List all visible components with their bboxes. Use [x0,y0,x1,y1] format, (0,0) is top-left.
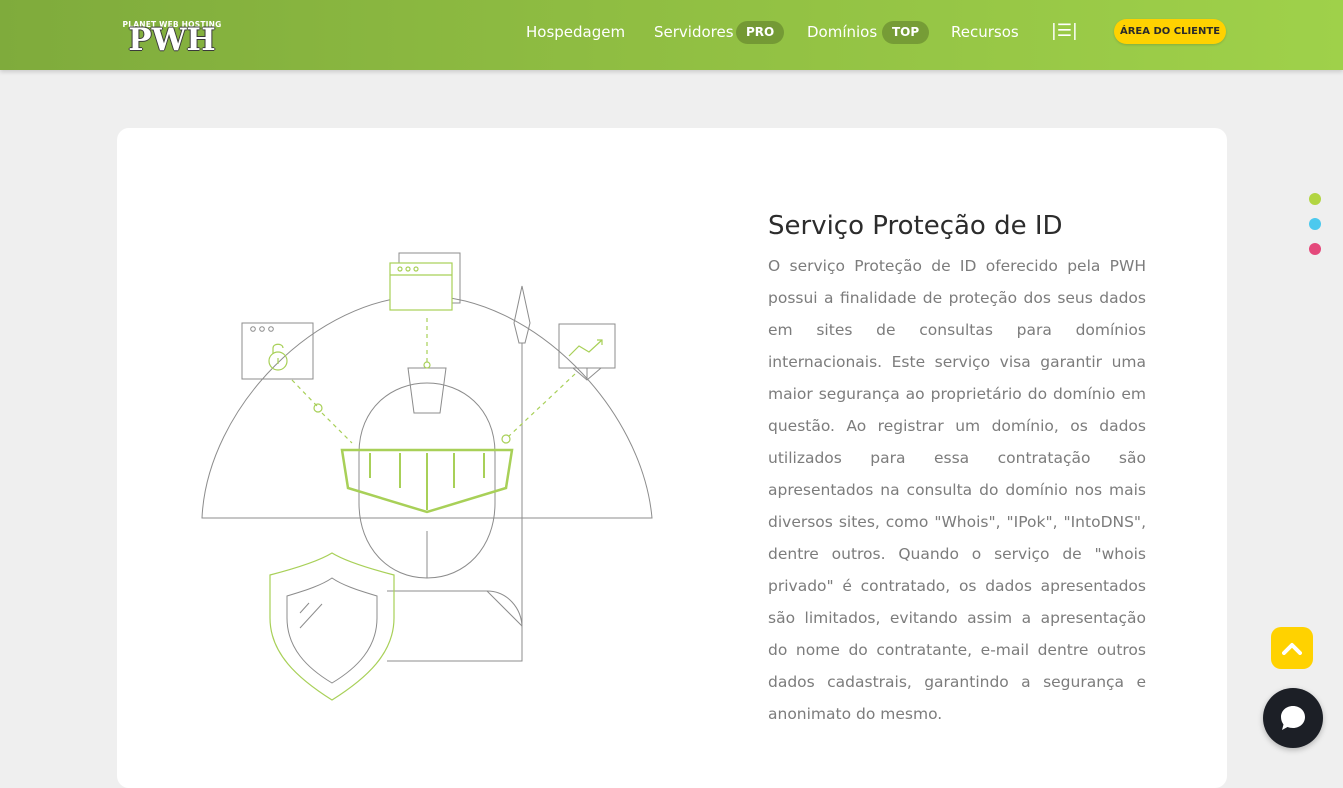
knight-shield-security-icon [201,252,653,701]
logo-mark: PWH [128,22,216,58]
section-nav-dot-1[interactable] [1309,193,1321,205]
nav-recursos[interactable]: Recursos [951,22,1019,42]
service-description: O serviço Proteção de ID oferecido pela … [768,257,1146,723]
page-title: Serviço Proteção de ID [768,211,1063,241]
chat-button[interactable] [1263,688,1323,748]
chat-bubble-icon [1281,706,1305,730]
dominios-top-badge: TOP [882,21,930,44]
nav-dominios[interactable]: Domínios [807,22,877,42]
scroll-top-button[interactable] [1271,627,1313,669]
section-nav-dot-3[interactable] [1309,243,1321,255]
menu-icon[interactable]: |☰| [1051,20,1078,42]
section-nav-dot-2[interactable] [1309,218,1321,230]
nav-servidores[interactable]: Servidores [654,22,734,42]
site-header: PLANET WEB HOSTING PWH Hospedagem Servid… [0,0,1343,70]
servidores-pro-badge: PRO [736,21,785,44]
content-card: Serviço Proteção de ID O serviço Proteçã… [117,128,1227,788]
nav-hospedagem[interactable]: Hospedagem [526,22,625,42]
pwh-logo[interactable]: PLANET WEB HOSTING PWH [116,20,228,58]
chevron-up-icon [1282,643,1302,655]
client-area-button[interactable]: ÁREA DO CLIENTE [1114,19,1226,44]
